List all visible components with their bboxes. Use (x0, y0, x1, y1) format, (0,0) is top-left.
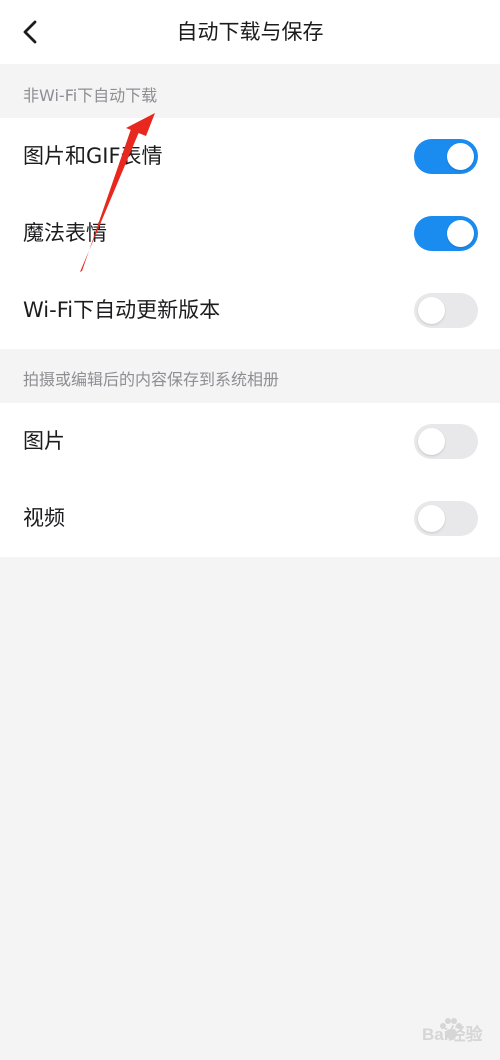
toggle-knob (447, 220, 474, 247)
setting-label: Wi-Fi下自动更新版本 (23, 298, 221, 322)
toggle-knob (418, 297, 445, 324)
setting-label: 图片 (23, 429, 65, 453)
watermark: Bai经验 (396, 1014, 486, 1048)
setting-label: 视频 (23, 506, 65, 530)
section-header-non-wifi-download: 非Wi-Fi下自动下载 (0, 64, 500, 118)
toggle-save-videos[interactable] (414, 501, 478, 536)
watermark-text: Bai经验 (422, 1025, 483, 1044)
page-title: 自动下载与保存 (176, 20, 324, 44)
list-group-non-wifi-download: 图片和GIF表情 魔法表情 Wi-Fi下自动更新版本 (0, 118, 500, 349)
nav-bar: 自动下载与保存 (0, 0, 500, 64)
toggle-save-photos[interactable] (414, 424, 478, 459)
setting-label: 魔法表情 (23, 221, 107, 245)
toggle-knob (418, 428, 445, 455)
setting-row-magic-stickers: 魔法表情 (0, 195, 500, 272)
toggle-gif-stickers[interactable] (414, 139, 478, 174)
toggle-magic-stickers[interactable] (414, 216, 478, 251)
toggle-knob (418, 505, 445, 532)
setting-row-save-photos: 图片 (0, 403, 500, 480)
setting-row-save-videos: 视频 (0, 480, 500, 557)
section-header-save-to-album: 拍摄或编辑后的内容保存到系统相册 (0, 349, 500, 403)
list-group-save-to-album: 图片 视频 (0, 403, 500, 557)
toggle-knob (447, 143, 474, 170)
setting-row-gif-stickers: 图片和GIF表情 (0, 118, 500, 195)
setting-label: 图片和GIF表情 (23, 144, 163, 168)
setting-row-auto-update-wifi: Wi-Fi下自动更新版本 (0, 272, 500, 349)
toggle-auto-update-wifi[interactable] (414, 293, 478, 328)
